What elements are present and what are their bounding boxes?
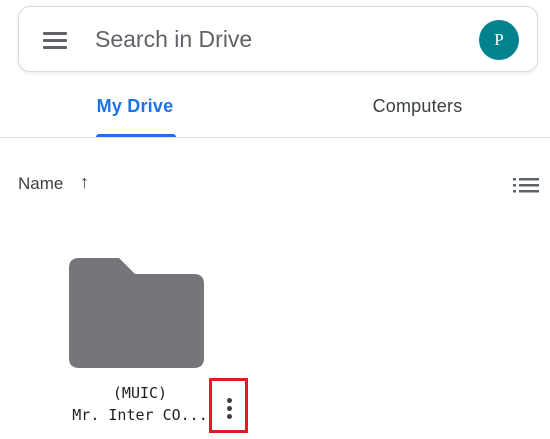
tab-my-drive[interactable]: My Drive [80, 94, 190, 124]
tab-computers[interactable]: Computers [350, 94, 485, 124]
drive-screen: Search in Drive P My Drive Computers Nam… [0, 0, 550, 439]
more-vert-icon [227, 398, 232, 403]
arrow-up-icon[interactable]: ↑ [80, 171, 89, 193]
search-bar[interactable]: Search in Drive P [18, 6, 538, 72]
sort-by-name-button[interactable]: Name [18, 173, 63, 195]
tabs-divider [0, 137, 550, 138]
menu-icon[interactable] [41, 28, 69, 52]
folder-icon [69, 258, 204, 373]
more-options-button[interactable] [209, 378, 248, 433]
list-view-icon[interactable] [512, 175, 540, 195]
search-input[interactable]: Search in Drive [95, 24, 252, 54]
folder-name: (MUIC) [112, 384, 168, 402]
avatar[interactable]: P [479, 20, 519, 60]
folder-name-truncated: Mr. Inter CO... [72, 406, 208, 424]
